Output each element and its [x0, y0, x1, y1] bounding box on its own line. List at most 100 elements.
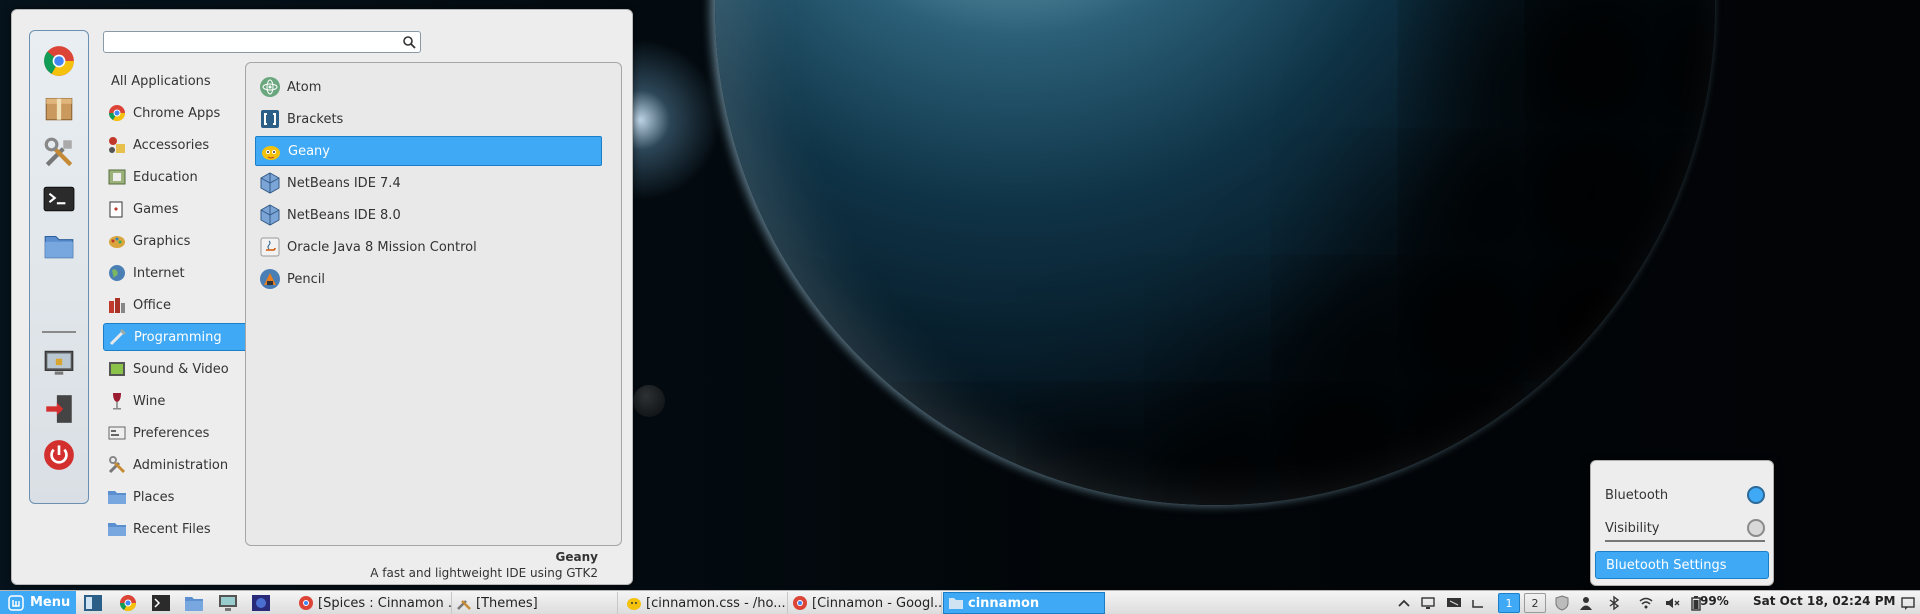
- category-wine[interactable]: Wine: [103, 387, 253, 415]
- display-icon[interactable]: [1420, 595, 1436, 611]
- screen-icon[interactable]: [1446, 595, 1462, 611]
- system-monitor-icon[interactable]: [218, 594, 238, 612]
- app-label: Geany: [288, 143, 330, 159]
- notifications-icon[interactable]: [1900, 595, 1916, 611]
- app-label: NetBeans IDE 7.4: [287, 175, 401, 191]
- category-sound-video[interactable]: Sound & Video: [103, 355, 253, 383]
- clock[interactable]: Sat Oct 18, 02:24 PM: [1753, 594, 1895, 608]
- favorite-files[interactable]: [39, 225, 79, 265]
- category-list: All Applications Chrome Apps Accessories…: [103, 67, 253, 547]
- folder-icon[interactable]: [184, 594, 204, 612]
- folder-icon: [44, 235, 74, 259]
- chrome-icon: [44, 46, 74, 76]
- taskbar: Menu [Spices : Cinnamon ... [Themes] [ci…: [0, 590, 1920, 614]
- workspace-1[interactable]: 1: [1498, 593, 1520, 613]
- category-administration[interactable]: Administration: [103, 451, 253, 479]
- netbeans-icon: [260, 204, 280, 226]
- bluetooth-menu-separator: [1605, 540, 1765, 542]
- globe-icon: [109, 265, 125, 281]
- visibility-toggle-row[interactable]: Visibility: [1605, 516, 1765, 540]
- task-label: [Spices : Cinnamon ...: [318, 595, 452, 611]
- wifi-icon[interactable]: [1638, 595, 1654, 611]
- pencil-icon: [260, 269, 280, 289]
- category-label: Wine: [133, 393, 166, 409]
- category-games[interactable]: Games: [103, 195, 253, 223]
- app-description-text: A fast and lightweight IDE using GTK2: [370, 566, 598, 580]
- geany-icon: [262, 146, 280, 160]
- chrome-icon: [108, 105, 126, 122]
- app-geany[interactable]: Geany: [255, 136, 602, 166]
- task-themes[interactable]: [Themes]: [452, 592, 618, 614]
- folder-icon: [108, 523, 126, 536]
- category-label: Accessories: [133, 137, 210, 153]
- task-cinnamon-folder[interactable]: cinnamon: [943, 592, 1105, 614]
- app-atom[interactable]: Atom: [255, 72, 602, 102]
- task-spices-cinnamon[interactable]: [Spices : Cinnamon ...: [294, 592, 452, 614]
- shield-icon[interactable]: [1554, 595, 1570, 611]
- folder-icon: [108, 491, 126, 504]
- chrome-icon[interactable]: [118, 594, 138, 612]
- terminal-icon[interactable]: [151, 594, 171, 612]
- category-label: Sound & Video: [133, 361, 229, 377]
- bluetooth-icon[interactable]: [1606, 595, 1622, 611]
- workspace-2[interactable]: 2: [1524, 593, 1546, 613]
- atom-icon: [260, 77, 280, 97]
- favorite-lock-screen[interactable]: [39, 343, 79, 383]
- chevron-up-icon[interactable]: [1396, 595, 1412, 611]
- favorite-logout[interactable]: [39, 389, 79, 429]
- bluetooth-settings-item[interactable]: Bluetooth Settings: [1595, 551, 1769, 579]
- wallpaper-planet: [715, 0, 1715, 505]
- search-input[interactable]: [110, 34, 394, 52]
- category-label: Recent Files: [133, 521, 211, 537]
- bluetooth-toggle-row[interactable]: Bluetooth: [1605, 483, 1765, 507]
- app-netbeans-8-0[interactable]: NetBeans IDE 8.0: [255, 200, 602, 230]
- menu-button[interactable]: Menu: [0, 591, 76, 614]
- app-oracle-java-mission-control[interactable]: Oracle Java 8 Mission Control: [255, 232, 602, 262]
- wallpaper-moon: [633, 385, 665, 417]
- app-label: NetBeans IDE 8.0: [287, 207, 401, 223]
- favorite-quit[interactable]: [39, 435, 79, 475]
- favorite-settings[interactable]: [39, 133, 79, 173]
- visibility-switch[interactable]: [1747, 519, 1765, 537]
- category-office[interactable]: Office: [103, 291, 253, 319]
- programming-icon: [109, 328, 127, 346]
- task-cinnamon-css[interactable]: [cinnamon.css - /ho...: [622, 592, 788, 614]
- app-brackets[interactable]: Brackets: [255, 104, 602, 134]
- netbeans-icon: [260, 172, 280, 194]
- task-label: [Cinnamon - Googl...: [812, 595, 942, 611]
- user-icon[interactable]: [1578, 595, 1594, 611]
- bluetooth-switch[interactable]: [1747, 486, 1765, 504]
- category-label: Games: [133, 201, 179, 217]
- category-recent-files[interactable]: Recent Files: [103, 515, 253, 543]
- category-chrome-apps[interactable]: Chrome Apps: [103, 99, 253, 127]
- show-desktop-icon[interactable]: [83, 594, 103, 612]
- app-netbeans-7-4[interactable]: NetBeans IDE 7.4: [255, 168, 602, 198]
- task-label: cinnamon: [968, 595, 1040, 611]
- search-icon[interactable]: [402, 35, 416, 49]
- category-education[interactable]: Education: [103, 163, 253, 191]
- wallpaper-app-icon[interactable]: [251, 594, 271, 612]
- task-cinnamon-google[interactable]: [Cinnamon - Googl...: [788, 592, 942, 614]
- accessories-icon: [109, 137, 125, 153]
- administration-icon: [108, 456, 126, 474]
- category-internet[interactable]: Internet: [103, 259, 253, 287]
- category-accessories[interactable]: Accessories: [103, 131, 253, 159]
- usb-icon[interactable]: [1470, 595, 1486, 611]
- bluetooth-menu: Bluetooth Visibility Bluetooth Settings: [1590, 460, 1774, 586]
- favorite-terminal[interactable]: [39, 179, 79, 219]
- category-all-applications[interactable]: All Applications: [103, 67, 253, 95]
- category-label: Education: [133, 169, 198, 185]
- category-graphics[interactable]: Graphics: [103, 227, 253, 255]
- games-icon: [109, 201, 123, 218]
- settings-tools-icon: [457, 600, 471, 610]
- package-icon: [45, 97, 73, 121]
- category-programming[interactable]: Programming: [103, 323, 253, 351]
- app-pencil[interactable]: Pencil: [255, 264, 602, 294]
- category-places[interactable]: Places: [103, 483, 253, 511]
- battery-percentage: 99%: [1700, 594, 1729, 608]
- favorite-package-manager[interactable]: [39, 87, 79, 127]
- favorite-chrome[interactable]: [39, 41, 79, 81]
- category-preferences[interactable]: Preferences: [103, 419, 253, 447]
- task-label: [Themes]: [476, 595, 538, 611]
- volume-muted-icon[interactable]: [1664, 595, 1680, 611]
